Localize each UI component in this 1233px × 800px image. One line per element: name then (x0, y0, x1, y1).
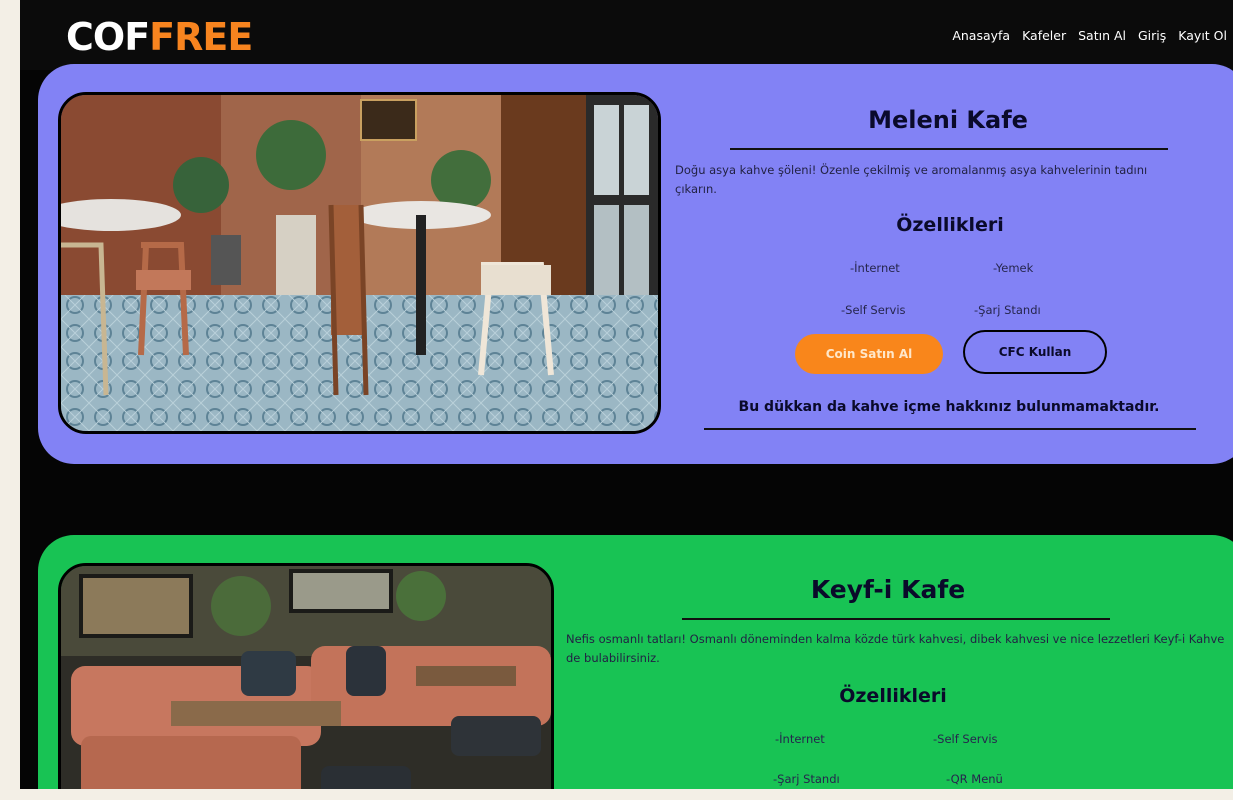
logo-part-2: FREE (149, 15, 253, 59)
page: COFFREE Anasayfa Kafeler Satın Al Giriş … (20, 0, 1233, 789)
logo-part-1: COF (66, 15, 150, 59)
cafe-card-keyfi: Keyf-i Kafe Nefis osmanlı tatları! Osman… (38, 535, 1233, 789)
navbar: COFFREE Anasayfa Kafeler Satın Al Giriş … (20, 0, 1233, 70)
feature-item: -Şarj Standı (773, 772, 840, 786)
cafe-photo (58, 92, 661, 434)
main-nav: Anasayfa Kafeler Satın Al Giriş Kayıt Ol (952, 28, 1227, 43)
nav-link-home[interactable]: Anasayfa (952, 28, 1010, 43)
feature-item: -İnternet (775, 732, 825, 746)
feature-item: -Yemek (993, 261, 1034, 275)
notice-divider (704, 428, 1196, 430)
nav-link-buy[interactable]: Satın Al (1078, 28, 1126, 43)
feature-item: -İnternet (850, 261, 900, 275)
feature-item: -Şarj Standı (974, 303, 1041, 317)
nav-link-register[interactable]: Kayıt Ol (1178, 28, 1227, 43)
cafe-name: Meleni Kafe (868, 106, 1028, 134)
feature-item: -Self Servis (841, 303, 906, 317)
title-divider (730, 148, 1168, 150)
feature-item: -QR Menü (946, 772, 1003, 786)
title-divider (682, 618, 1110, 620)
buy-coin-button[interactable]: Coin Satın Al (795, 334, 943, 374)
features-title: Özellikleri (896, 214, 1004, 236)
access-notice: Bu dükkan da kahve içme hakkınız bulunma… (738, 399, 1160, 415)
nav-link-cafes[interactable]: Kafeler (1022, 28, 1066, 43)
feature-item: -Self Servis (933, 732, 998, 746)
cafe-description: Nefis osmanlı tatları! Osmanlı döneminde… (566, 632, 1225, 665)
cafe-card-meleni: Meleni Kafe Doğu asya kahve şöleni! Özen… (38, 64, 1233, 464)
nav-link-login[interactable]: Giriş (1138, 28, 1166, 43)
cafe-name: Keyf-i Kafe (810, 575, 966, 604)
logo[interactable]: COFFREE (66, 12, 253, 62)
features-title: Özellikleri (839, 685, 947, 707)
cafe-photo (58, 563, 554, 789)
cafe-description: Doğu asya kahve şöleni! Özenle çekilmiş … (675, 163, 1148, 196)
use-cfc-button[interactable]: CFC Kullan (963, 330, 1107, 374)
